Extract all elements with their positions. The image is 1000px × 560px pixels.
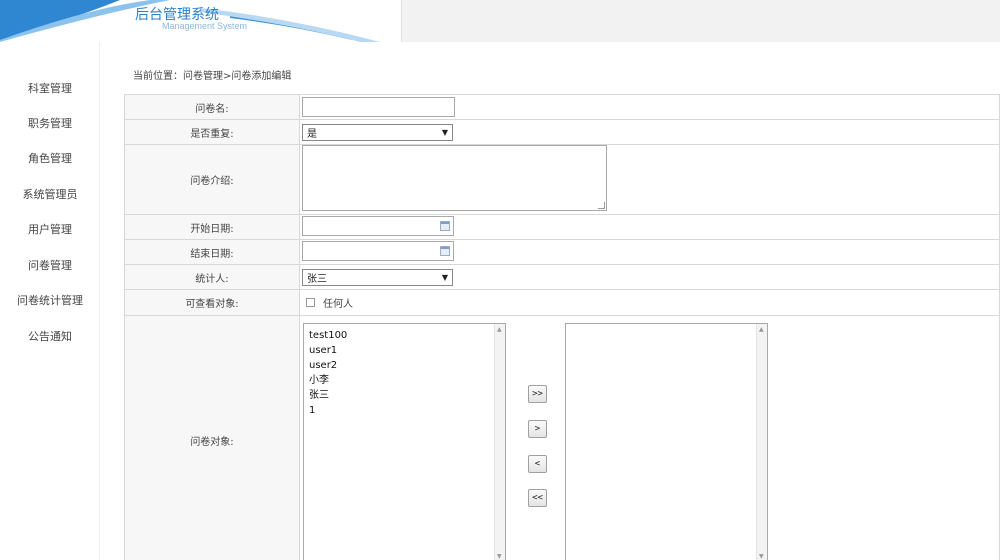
questionnaire-name-input[interactable] (302, 97, 455, 117)
targets-label: 问卷对象: (124, 315, 300, 560)
form-row-end-date: 结束日期: (124, 239, 1000, 265)
end-date-input[interactable] (302, 240, 454, 261)
form-row-intro: 问卷介绍: (124, 144, 1000, 215)
sidebar-item-questionnaire[interactable]: 问卷管理 (0, 257, 100, 273)
list-item[interactable]: test100 (309, 328, 347, 343)
form-row-viewers: 可查看对象: 任何人 (124, 289, 1000, 316)
remove-one-button[interactable]: < (528, 455, 547, 473)
remove-all-button[interactable]: << (528, 489, 547, 507)
form-row-statistician: 统计人: 张三 ▼ (124, 264, 1000, 290)
statistician-select[interactable]: 张三 ▼ (302, 268, 453, 286)
logo-banner: 后台管理系统 Management System (0, 0, 402, 42)
chevron-down-icon: ▼ (441, 272, 448, 282)
name-label: 问卷名: (124, 94, 300, 120)
add-one-button[interactable]: > (528, 420, 547, 438)
sidebar-item-position[interactable]: 职务管理 (0, 115, 100, 131)
start-date-label: 开始日期: (124, 214, 300, 240)
app-header: 后台管理系统 Management System (0, 0, 1000, 42)
form-row-start-date: 开始日期: (124, 214, 1000, 240)
calendar-icon[interactable] (440, 220, 450, 231)
statistician-select-value: 张三 (307, 273, 327, 285)
sidebar: 科室管理 职务管理 角色管理 系统管理员 用户管理 问卷管理 问卷统计管理 公告… (0, 42, 100, 560)
questionnaire-form: 问卷名: 是否重复: 是 ▼ 问卷介绍: 开始日期: 结束日期: 统计人: 张三… (124, 94, 1000, 560)
available-users-options: test100 user1 user2 小李 张三 1 (309, 328, 347, 418)
selected-users-listbox[interactable] (565, 323, 768, 560)
anyone-checkbox-label: 任何人 (323, 299, 353, 310)
sidebar-item-announcements[interactable]: 公告通知 (0, 328, 100, 344)
start-date-input[interactable] (302, 215, 454, 236)
list-item[interactable]: 张三 (309, 388, 347, 403)
sidebar-item-users[interactable]: 用户管理 (0, 221, 100, 237)
sidebar-item-department[interactable]: 科室管理 (0, 80, 100, 96)
statistician-label: 统计人: (124, 264, 300, 290)
resize-grip-icon[interactable] (598, 202, 605, 209)
scrollbar[interactable] (494, 324, 505, 560)
questionnaire-intro-textarea[interactable] (302, 145, 607, 211)
form-row-repeat: 是否重复: 是 ▼ (124, 119, 1000, 145)
sidebar-item-role[interactable]: 角色管理 (0, 150, 100, 166)
app-subtitle: Management System (162, 21, 248, 31)
repeat-select-value: 是 (307, 128, 317, 140)
repeat-select[interactable]: 是 ▼ (302, 123, 453, 141)
intro-label: 问卷介绍: (124, 144, 300, 215)
sidebar-item-questionnaire-stats[interactable]: 问卷统计管理 (0, 292, 100, 308)
list-item[interactable]: 1 (309, 403, 347, 418)
list-item[interactable]: 小李 (309, 373, 347, 388)
add-all-button[interactable]: >> (528, 385, 547, 403)
sidebar-item-sysadmin[interactable]: 系统管理员 (0, 186, 100, 202)
scrollbar[interactable] (756, 324, 767, 560)
repeat-label: 是否重复: (124, 119, 300, 145)
list-item[interactable]: user2 (309, 358, 347, 373)
calendar-icon[interactable] (440, 245, 450, 256)
form-row-targets: 问卷对象: test100 user1 user2 小李 张三 1 (124, 315, 1000, 560)
chevron-down-icon: ▼ (441, 127, 448, 137)
breadcrumb: 当前位置：问卷管理>问卷添加编辑 (133, 71, 292, 82)
viewers-label: 可查看对象: (124, 289, 300, 316)
available-users-listbox[interactable]: test100 user1 user2 小李 张三 1 (303, 323, 506, 560)
list-item[interactable]: user1 (309, 343, 347, 358)
form-row-name: 问卷名: (124, 94, 1000, 120)
end-date-label: 结束日期: (124, 239, 300, 265)
anyone-checkbox[interactable] (306, 298, 315, 307)
